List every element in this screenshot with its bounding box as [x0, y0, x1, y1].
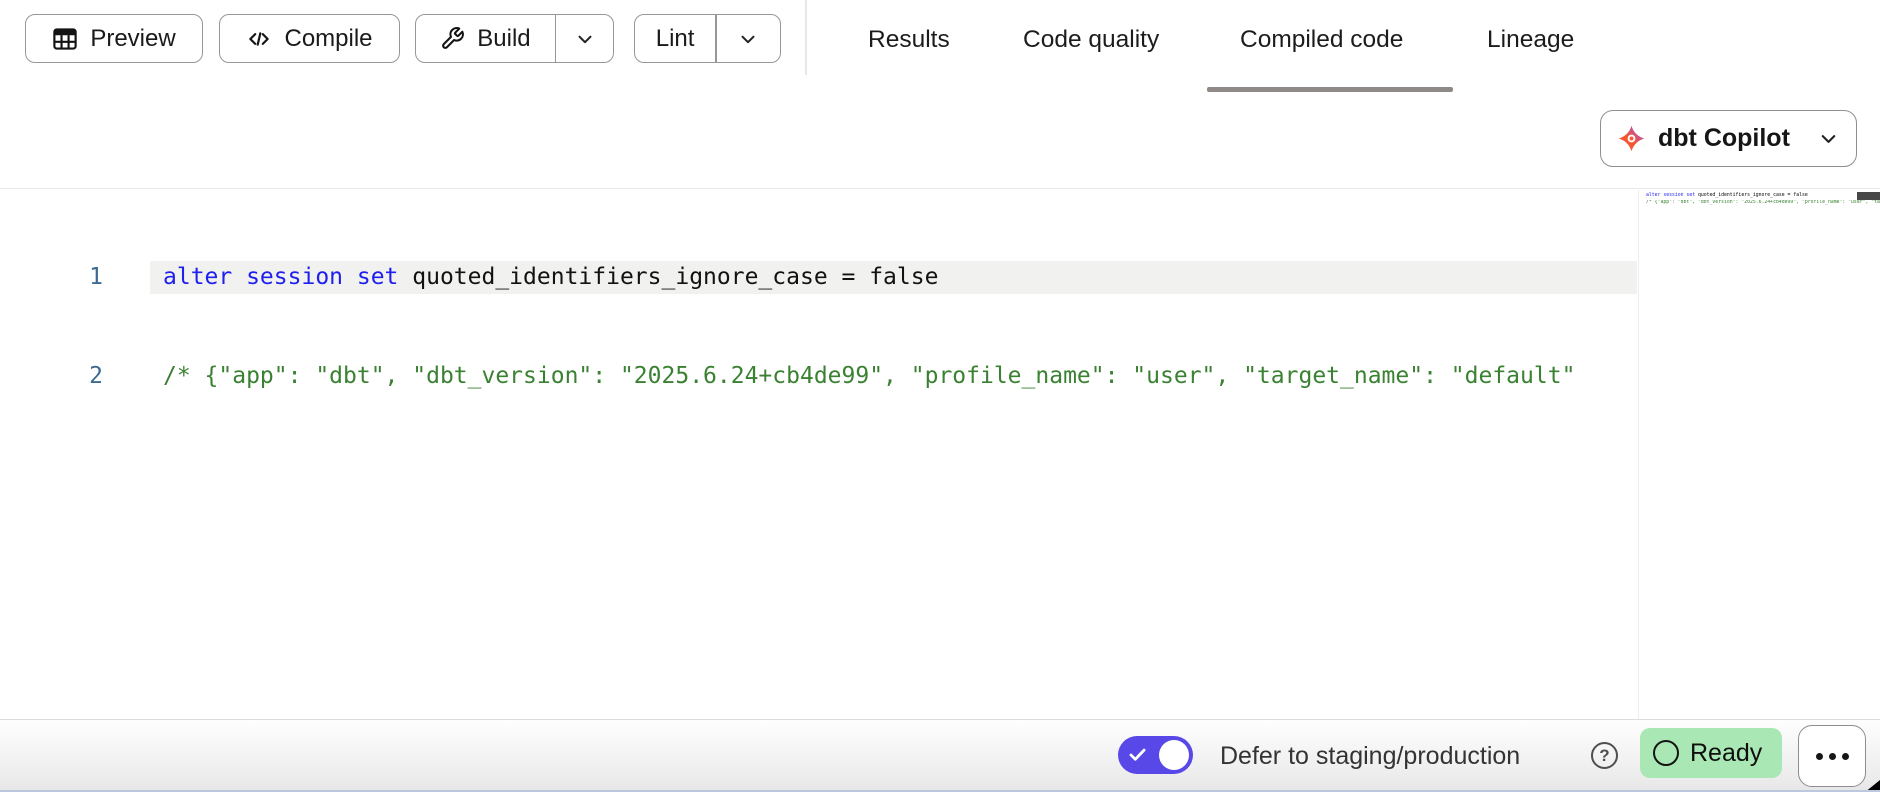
- tab-lineage[interactable]: Lineage: [1487, 26, 1574, 54]
- ready-status-badge: Ready: [1640, 728, 1782, 778]
- build-dropdown-button[interactable]: [556, 15, 613, 62]
- table-icon: [52, 26, 78, 52]
- ellipsis-icon: [1816, 753, 1823, 760]
- defer-toggle[interactable]: [1118, 736, 1193, 774]
- more-options-button[interactable]: [1798, 725, 1866, 787]
- lint-dropdown-button[interactable]: [717, 15, 780, 62]
- code-line-1: alter session set quoted_identifiers_ign…: [150, 261, 1637, 294]
- ellipsis-icon: [1829, 753, 1836, 760]
- code-line-2: /* {"app": "dbt", "dbt_version": "2025.6…: [150, 360, 1637, 393]
- compile-button-label: Compile: [284, 25, 372, 53]
- preview-button[interactable]: Preview: [25, 14, 203, 63]
- check-icon: [1127, 744, 1148, 765]
- chevron-down-icon: [737, 28, 759, 50]
- compile-button[interactable]: Compile: [219, 14, 400, 63]
- build-split-button: Build: [415, 14, 614, 63]
- active-tab-underline: [1207, 87, 1453, 92]
- build-button-label: Build: [477, 25, 530, 53]
- dbt-copilot-button[interactable]: dbt Copilot: [1600, 110, 1857, 167]
- minimap-line-1: alter session set quoted_identifiers_ign…: [1639, 190, 1880, 200]
- code-icon: [246, 26, 272, 52]
- ready-label: Ready: [1690, 739, 1762, 768]
- line-number: 1: [25, 261, 103, 294]
- line-number-gutter: 1 2: [25, 195, 103, 459]
- dbt-logo-icon: [1618, 125, 1645, 152]
- code-content[interactable]: alter session set quoted_identifiers_ign…: [150, 195, 1637, 459]
- compiled-code-editor[interactable]: 1 2 alter session set quoted_identifiers…: [0, 188, 1880, 718]
- chevron-down-icon: [574, 28, 596, 50]
- lint-button[interactable]: Lint: [635, 15, 715, 62]
- preview-button-label: Preview: [90, 25, 175, 53]
- status-circle-icon: [1653, 740, 1679, 766]
- wrench-icon: [440, 26, 465, 51]
- defer-label: Defer to staging/production: [1220, 742, 1520, 771]
- toolbar-separator: [805, 0, 807, 75]
- dbt-copilot-label: dbt Copilot: [1658, 124, 1804, 153]
- editor-minimap[interactable]: alter session set quoted_identifiers_ign…: [1638, 190, 1880, 719]
- toggle-knob: [1159, 740, 1189, 770]
- lint-button-label: Lint: [656, 25, 695, 53]
- chevron-down-icon: [1817, 127, 1840, 150]
- dbt-ide-page: Preview Compile Build Lint: [0, 0, 1880, 792]
- status-bar: Defer to staging/production ? Ready: [0, 719, 1880, 792]
- sql-comment: /* {"app": "dbt", "dbt_version": "2025.6…: [163, 363, 1575, 389]
- tab-results[interactable]: Results: [868, 26, 950, 54]
- line-number: 2: [25, 360, 103, 393]
- help-icon[interactable]: ?: [1591, 742, 1618, 769]
- sql-plain: quoted_identifiers_ignore_case = false: [398, 264, 938, 290]
- build-button[interactable]: Build: [416, 15, 555, 62]
- minimap-line-2: /* {"app": "dbt", "dbt_version": "2025.6…: [1639, 200, 1880, 207]
- tab-code-quality[interactable]: Code quality: [1023, 26, 1159, 54]
- ellipsis-icon: [1842, 753, 1849, 760]
- tab-compiled-code[interactable]: Compiled code: [1240, 26, 1403, 54]
- lint-split-button: Lint: [634, 14, 781, 63]
- sql-keyword: alter session set: [163, 264, 398, 290]
- minimap-scrollbar-thumb[interactable]: [1857, 192, 1880, 200]
